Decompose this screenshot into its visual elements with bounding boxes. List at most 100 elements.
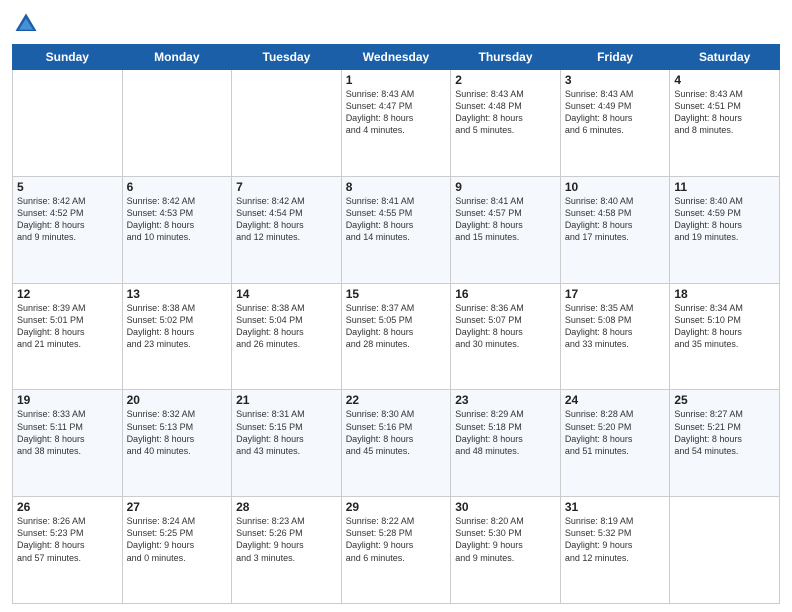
day-cell-25: 25Sunrise: 8:27 AM Sunset: 5:21 PM Dayli… bbox=[670, 390, 780, 497]
empty-cell bbox=[232, 70, 342, 177]
day-number: 19 bbox=[17, 393, 118, 407]
logo-icon bbox=[12, 10, 40, 38]
day-info: Sunrise: 8:26 AM Sunset: 5:23 PM Dayligh… bbox=[17, 515, 118, 564]
day-info: Sunrise: 8:22 AM Sunset: 5:28 PM Dayligh… bbox=[346, 515, 447, 564]
day-number: 15 bbox=[346, 287, 447, 301]
day-number: 14 bbox=[236, 287, 337, 301]
day-info: Sunrise: 8:34 AM Sunset: 5:10 PM Dayligh… bbox=[674, 302, 775, 351]
logo bbox=[12, 10, 42, 38]
day-number: 31 bbox=[565, 500, 666, 514]
day-cell-8: 8Sunrise: 8:41 AM Sunset: 4:55 PM Daylig… bbox=[341, 176, 451, 283]
day-cell-17: 17Sunrise: 8:35 AM Sunset: 5:08 PM Dayli… bbox=[560, 283, 670, 390]
day-info: Sunrise: 8:41 AM Sunset: 4:57 PM Dayligh… bbox=[455, 195, 556, 244]
main-container: SundayMondayTuesdayWednesdayThursdayFrid… bbox=[0, 0, 792, 612]
day-number: 28 bbox=[236, 500, 337, 514]
day-info: Sunrise: 8:43 AM Sunset: 4:49 PM Dayligh… bbox=[565, 88, 666, 137]
week-row-1: 1Sunrise: 8:43 AM Sunset: 4:47 PM Daylig… bbox=[13, 70, 780, 177]
day-info: Sunrise: 8:24 AM Sunset: 5:25 PM Dayligh… bbox=[127, 515, 228, 564]
day-info: Sunrise: 8:40 AM Sunset: 4:58 PM Dayligh… bbox=[565, 195, 666, 244]
col-header-saturday: Saturday bbox=[670, 45, 780, 70]
col-header-tuesday: Tuesday bbox=[232, 45, 342, 70]
day-cell-30: 30Sunrise: 8:20 AM Sunset: 5:30 PM Dayli… bbox=[451, 497, 561, 604]
day-info: Sunrise: 8:38 AM Sunset: 5:04 PM Dayligh… bbox=[236, 302, 337, 351]
col-header-sunday: Sunday bbox=[13, 45, 123, 70]
day-info: Sunrise: 8:32 AM Sunset: 5:13 PM Dayligh… bbox=[127, 408, 228, 457]
week-row-4: 19Sunrise: 8:33 AM Sunset: 5:11 PM Dayli… bbox=[13, 390, 780, 497]
day-number: 9 bbox=[455, 180, 556, 194]
day-number: 8 bbox=[346, 180, 447, 194]
day-cell-15: 15Sunrise: 8:37 AM Sunset: 5:05 PM Dayli… bbox=[341, 283, 451, 390]
day-cell-24: 24Sunrise: 8:28 AM Sunset: 5:20 PM Dayli… bbox=[560, 390, 670, 497]
day-info: Sunrise: 8:27 AM Sunset: 5:21 PM Dayligh… bbox=[674, 408, 775, 457]
day-info: Sunrise: 8:30 AM Sunset: 5:16 PM Dayligh… bbox=[346, 408, 447, 457]
day-info: Sunrise: 8:35 AM Sunset: 5:08 PM Dayligh… bbox=[565, 302, 666, 351]
day-cell-12: 12Sunrise: 8:39 AM Sunset: 5:01 PM Dayli… bbox=[13, 283, 123, 390]
empty-cell bbox=[670, 497, 780, 604]
day-number: 29 bbox=[346, 500, 447, 514]
day-number: 16 bbox=[455, 287, 556, 301]
day-info: Sunrise: 8:31 AM Sunset: 5:15 PM Dayligh… bbox=[236, 408, 337, 457]
day-cell-9: 9Sunrise: 8:41 AM Sunset: 4:57 PM Daylig… bbox=[451, 176, 561, 283]
day-number: 21 bbox=[236, 393, 337, 407]
day-number: 1 bbox=[346, 73, 447, 87]
day-cell-31: 31Sunrise: 8:19 AM Sunset: 5:32 PM Dayli… bbox=[560, 497, 670, 604]
day-info: Sunrise: 8:20 AM Sunset: 5:30 PM Dayligh… bbox=[455, 515, 556, 564]
day-cell-14: 14Sunrise: 8:38 AM Sunset: 5:04 PM Dayli… bbox=[232, 283, 342, 390]
day-number: 13 bbox=[127, 287, 228, 301]
empty-cell bbox=[122, 70, 232, 177]
day-number: 12 bbox=[17, 287, 118, 301]
day-info: Sunrise: 8:43 AM Sunset: 4:48 PM Dayligh… bbox=[455, 88, 556, 137]
day-info: Sunrise: 8:38 AM Sunset: 5:02 PM Dayligh… bbox=[127, 302, 228, 351]
day-info: Sunrise: 8:43 AM Sunset: 4:47 PM Dayligh… bbox=[346, 88, 447, 137]
day-cell-4: 4Sunrise: 8:43 AM Sunset: 4:51 PM Daylig… bbox=[670, 70, 780, 177]
header bbox=[12, 10, 780, 38]
day-cell-26: 26Sunrise: 8:26 AM Sunset: 5:23 PM Dayli… bbox=[13, 497, 123, 604]
day-number: 10 bbox=[565, 180, 666, 194]
week-row-2: 5Sunrise: 8:42 AM Sunset: 4:52 PM Daylig… bbox=[13, 176, 780, 283]
day-cell-19: 19Sunrise: 8:33 AM Sunset: 5:11 PM Dayli… bbox=[13, 390, 123, 497]
day-info: Sunrise: 8:33 AM Sunset: 5:11 PM Dayligh… bbox=[17, 408, 118, 457]
day-info: Sunrise: 8:42 AM Sunset: 4:52 PM Dayligh… bbox=[17, 195, 118, 244]
day-number: 7 bbox=[236, 180, 337, 194]
day-number: 11 bbox=[674, 180, 775, 194]
day-cell-23: 23Sunrise: 8:29 AM Sunset: 5:18 PM Dayli… bbox=[451, 390, 561, 497]
day-number: 22 bbox=[346, 393, 447, 407]
day-cell-10: 10Sunrise: 8:40 AM Sunset: 4:58 PM Dayli… bbox=[560, 176, 670, 283]
empty-cell bbox=[13, 70, 123, 177]
day-cell-28: 28Sunrise: 8:23 AM Sunset: 5:26 PM Dayli… bbox=[232, 497, 342, 604]
col-header-monday: Monday bbox=[122, 45, 232, 70]
day-cell-29: 29Sunrise: 8:22 AM Sunset: 5:28 PM Dayli… bbox=[341, 497, 451, 604]
day-number: 4 bbox=[674, 73, 775, 87]
day-number: 27 bbox=[127, 500, 228, 514]
header-row: SundayMondayTuesdayWednesdayThursdayFrid… bbox=[13, 45, 780, 70]
day-info: Sunrise: 8:36 AM Sunset: 5:07 PM Dayligh… bbox=[455, 302, 556, 351]
day-info: Sunrise: 8:42 AM Sunset: 4:53 PM Dayligh… bbox=[127, 195, 228, 244]
day-info: Sunrise: 8:41 AM Sunset: 4:55 PM Dayligh… bbox=[346, 195, 447, 244]
day-cell-13: 13Sunrise: 8:38 AM Sunset: 5:02 PM Dayli… bbox=[122, 283, 232, 390]
day-number: 5 bbox=[17, 180, 118, 194]
day-info: Sunrise: 8:29 AM Sunset: 5:18 PM Dayligh… bbox=[455, 408, 556, 457]
day-cell-6: 6Sunrise: 8:42 AM Sunset: 4:53 PM Daylig… bbox=[122, 176, 232, 283]
day-info: Sunrise: 8:43 AM Sunset: 4:51 PM Dayligh… bbox=[674, 88, 775, 137]
day-info: Sunrise: 8:40 AM Sunset: 4:59 PM Dayligh… bbox=[674, 195, 775, 244]
day-cell-2: 2Sunrise: 8:43 AM Sunset: 4:48 PM Daylig… bbox=[451, 70, 561, 177]
day-number: 20 bbox=[127, 393, 228, 407]
day-number: 24 bbox=[565, 393, 666, 407]
day-cell-5: 5Sunrise: 8:42 AM Sunset: 4:52 PM Daylig… bbox=[13, 176, 123, 283]
col-header-wednesday: Wednesday bbox=[341, 45, 451, 70]
day-cell-11: 11Sunrise: 8:40 AM Sunset: 4:59 PM Dayli… bbox=[670, 176, 780, 283]
day-info: Sunrise: 8:39 AM Sunset: 5:01 PM Dayligh… bbox=[17, 302, 118, 351]
day-cell-1: 1Sunrise: 8:43 AM Sunset: 4:47 PM Daylig… bbox=[341, 70, 451, 177]
day-number: 26 bbox=[17, 500, 118, 514]
day-info: Sunrise: 8:23 AM Sunset: 5:26 PM Dayligh… bbox=[236, 515, 337, 564]
day-info: Sunrise: 8:42 AM Sunset: 4:54 PM Dayligh… bbox=[236, 195, 337, 244]
day-number: 17 bbox=[565, 287, 666, 301]
day-cell-27: 27Sunrise: 8:24 AM Sunset: 5:25 PM Dayli… bbox=[122, 497, 232, 604]
day-cell-20: 20Sunrise: 8:32 AM Sunset: 5:13 PM Dayli… bbox=[122, 390, 232, 497]
calendar-table: SundayMondayTuesdayWednesdayThursdayFrid… bbox=[12, 44, 780, 604]
day-cell-16: 16Sunrise: 8:36 AM Sunset: 5:07 PM Dayli… bbox=[451, 283, 561, 390]
week-row-5: 26Sunrise: 8:26 AM Sunset: 5:23 PM Dayli… bbox=[13, 497, 780, 604]
day-number: 18 bbox=[674, 287, 775, 301]
day-cell-7: 7Sunrise: 8:42 AM Sunset: 4:54 PM Daylig… bbox=[232, 176, 342, 283]
col-header-thursday: Thursday bbox=[451, 45, 561, 70]
